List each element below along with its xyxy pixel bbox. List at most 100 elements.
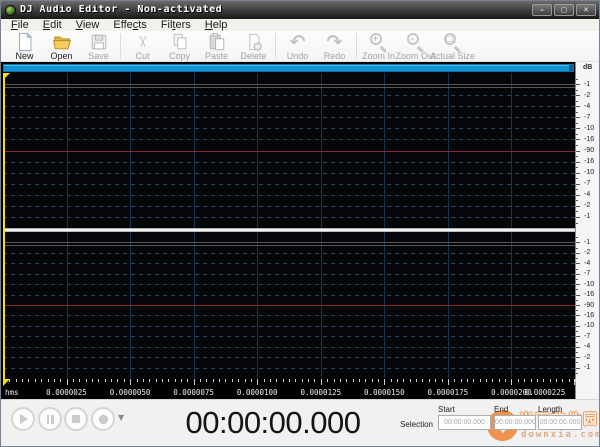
toolbar-label-save: Save: [88, 52, 109, 61]
maximize-button[interactable]: ▢: [554, 4, 574, 16]
db-tick: [576, 95, 580, 96]
new-file-icon: [15, 32, 35, 52]
pause-button[interactable]: [38, 407, 62, 431]
time-display: 00:00:00.000: [179, 403, 367, 443]
timeline-minor-tick: [391, 379, 392, 382]
timeline-minor-tick: [60, 379, 61, 382]
record-icon: [99, 415, 108, 424]
play-icon: [20, 414, 28, 424]
timeline-minor-tick: [562, 379, 563, 382]
menu-item-help[interactable]: Help: [198, 19, 235, 31]
record-button[interactable]: [91, 407, 115, 431]
timeline-minor-tick: [531, 379, 532, 382]
delete-icon: [244, 32, 264, 52]
timeline-minor-tick: [537, 379, 538, 382]
db-tick: [576, 162, 580, 163]
toolbar-button-cut: ✂Cut: [124, 32, 161, 62]
db-minor-tick: [576, 279, 578, 280]
timeline-minor-tick: [556, 379, 557, 382]
toolbar-label-zoom-in: Zoom In: [362, 52, 395, 61]
timeline-ruler[interactable]: hms 0.00000250.00000500.00000750.0000100…: [3, 379, 575, 399]
db-tick-label: -2: [584, 249, 590, 256]
play-button[interactable]: [11, 407, 35, 431]
db-minor-tick: [576, 200, 578, 201]
timeline-minor-tick: [499, 379, 500, 382]
menu-item-file[interactable]: File: [4, 19, 36, 31]
zero-line: [3, 305, 575, 306]
window-controls: –▢✕: [532, 4, 596, 16]
timeline-tick-label: 0.0000225: [525, 388, 566, 397]
db-tick-label: -10: [584, 322, 594, 329]
timeline-minor-tick: [340, 379, 341, 382]
v-gridline: [511, 73, 512, 378]
timeline-minor-tick: [54, 379, 55, 382]
titlebar[interactable]: DJ Audio Editor - Non-activated –▢✕: [1, 1, 599, 19]
timeline-minor-tick: [181, 379, 182, 382]
timeline-major-tick: [257, 379, 258, 385]
waveform-canvas[interactable]: [3, 73, 575, 379]
timeline-minor-tick: [334, 379, 335, 382]
db-minor-tick: [576, 373, 578, 374]
selection-end-field[interactable]: 00:00:00.000: [494, 415, 536, 430]
timeline-tick-label: 0.0000125: [300, 388, 341, 397]
db-minor-tick: [576, 167, 578, 168]
toolbar-button-new[interactable]: New: [6, 32, 43, 62]
transport-bar: 00:00:00.000 Selection 当下软件园 downxia.com…: [1, 399, 599, 447]
timeline-minor-tick: [270, 379, 271, 382]
timeline-tick-label: 0.0000075: [173, 388, 214, 397]
menu-item-filters[interactable]: Filters: [154, 19, 198, 31]
h-gridline: [3, 106, 575, 107]
db-minor-tick: [576, 112, 578, 113]
selection-start-field[interactable]: 00:00:00.000: [438, 415, 491, 430]
record-options-dropdown[interactable]: ▼: [118, 414, 124, 422]
overview-scrollbar[interactable]: [3, 64, 574, 72]
timeline-minor-tick: [524, 379, 525, 382]
toolbar-button-redo: ↷Redo: [316, 32, 353, 62]
timeline-minor-tick: [276, 379, 277, 382]
app-window: DJ Audio Editor - Non-activated –▢✕ File…: [0, 0, 600, 447]
menu-item-effects[interactable]: Effects: [106, 19, 153, 31]
timeline-minor-tick: [550, 379, 551, 382]
db-minor-tick: [576, 331, 578, 332]
db-minor-tick: [576, 211, 578, 212]
playhead-cursor[interactable]: [3, 73, 5, 379]
db-tick-label: -4: [584, 260, 590, 267]
h-gridline: [3, 173, 575, 174]
toolbar-button-zoom-out: –Zoom Out: [397, 32, 434, 62]
app-icon: [5, 5, 16, 16]
minimize-button[interactable]: –: [532, 4, 552, 16]
toolbar-button-delete: Delete: [235, 32, 272, 62]
toolbar-label-actual-size: Actual Size: [430, 52, 475, 61]
stop-button[interactable]: [64, 407, 88, 431]
timeline-major-tick: [574, 379, 575, 385]
timeline-minor-tick: [442, 379, 443, 382]
playhead-flag[interactable]: [3, 73, 10, 80]
h-gridline: [3, 195, 575, 196]
db-tick: [576, 217, 580, 218]
toolbar-button-open[interactable]: Open: [43, 32, 80, 62]
toolbar-separator: [120, 33, 121, 59]
h-gridline: [3, 242, 575, 243]
timeline-minor-tick: [378, 379, 379, 382]
menu-item-edit[interactable]: Edit: [36, 19, 69, 31]
timeline-minor-tick: [219, 379, 220, 382]
h-gridline: [3, 315, 575, 316]
timeline-minor-tick: [162, 379, 163, 382]
db-tick: [576, 326, 580, 327]
db-tick: [576, 315, 580, 316]
db-tick-label: -2: [584, 202, 590, 209]
menu-item-view[interactable]: View: [69, 19, 107, 31]
h-gridline: [3, 87, 575, 88]
toolbar-button-undo: ↶Undo: [279, 32, 316, 62]
toolbar-button-save: Save: [80, 32, 117, 62]
timeline-minor-tick: [454, 379, 455, 382]
h-gridline: [3, 184, 575, 185]
timeline-unit-label: hms: [5, 388, 19, 397]
close-button[interactable]: ✕: [576, 4, 596, 16]
timeline-minor-tick: [543, 379, 544, 382]
timeline-minor-tick: [353, 379, 354, 382]
timeline-minor-tick: [35, 379, 36, 382]
timeline-minor-tick: [575, 379, 576, 382]
selection-length-field[interactable]: 00:00:00.000: [538, 415, 582, 430]
db-minor-tick: [576, 258, 578, 259]
